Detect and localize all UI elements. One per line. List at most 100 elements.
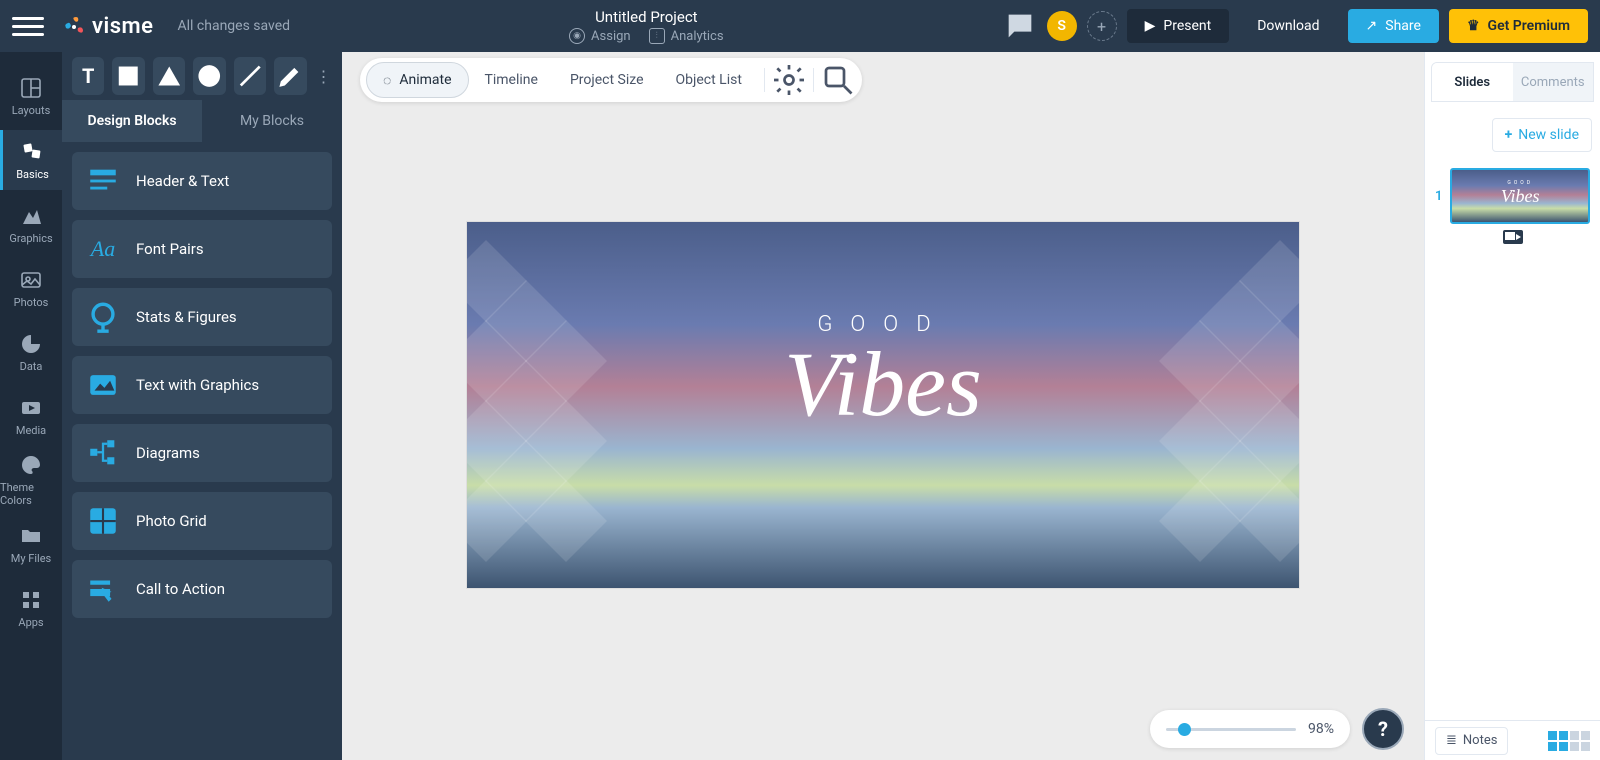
block-photo-grid[interactable]: Photo Grid (72, 492, 332, 550)
text-tool[interactable]: T (72, 57, 104, 95)
crown-icon: ♛ (1467, 18, 1480, 34)
share-button[interactable]: ↗ Share (1348, 9, 1439, 43)
rail-media[interactable]: Media (0, 386, 62, 446)
tab-design-blocks[interactable]: Design Blocks (62, 100, 202, 142)
layouts-icon (19, 76, 43, 100)
tab-comments[interactable]: Comments (1513, 63, 1594, 101)
zoom-slider[interactable] (1166, 728, 1296, 731)
folder-icon (19, 524, 43, 548)
menu-icon[interactable] (12, 10, 44, 42)
top-bar: visme All changes saved Untitled Project… (0, 0, 1600, 52)
tab-slides[interactable]: Slides (1432, 63, 1513, 101)
download-button[interactable]: Download (1239, 9, 1337, 43)
project-size-button[interactable]: Project Size (554, 62, 660, 98)
brand-logo[interactable]: visme (62, 14, 154, 39)
line-tool[interactable] (234, 57, 266, 95)
header-text-icon (86, 164, 120, 198)
canvas-toolbar: ◌Animate Timeline Project Size Object Li… (360, 58, 862, 102)
person-icon: ◉ (569, 28, 585, 44)
settings-icon[interactable] (771, 62, 807, 98)
block-font-pairs[interactable]: AaFont Pairs (72, 220, 332, 278)
share-icon: ↗ (1366, 18, 1378, 34)
slide-canvas[interactable]: GOOD Vibes (467, 222, 1299, 588)
circle-tool[interactable] (193, 57, 225, 95)
premium-label: Get Premium (1488, 18, 1570, 34)
blocks-list: Header & Text AaFont Pairs Stats & Figur… (62, 142, 342, 628)
left-rail: Layouts Basics Graphics Photos Data Medi… (0, 52, 62, 760)
comments-icon[interactable] (1003, 9, 1037, 43)
transition-badge-icon[interactable] (1503, 230, 1523, 244)
block-stats-figures[interactable]: Stats & Figures (72, 288, 332, 346)
block-call-to-action[interactable]: Call to Action (72, 560, 332, 618)
slide-thumbnail-1[interactable]: GOODVibes (1450, 168, 1590, 224)
help-button[interactable]: ? (1362, 708, 1404, 750)
object-list-button[interactable]: Object List (660, 62, 758, 98)
new-slide-button[interactable]: + New slide (1492, 118, 1592, 152)
right-panel: Slides Comments + New slide 1 GOODVibes … (1424, 52, 1600, 760)
logo-mark-icon (62, 14, 86, 38)
palette-icon (19, 453, 43, 477)
zoom-value: 98% (1308, 721, 1334, 737)
save-status: All changes saved (178, 18, 291, 34)
canvas-area: ◌Animate Timeline Project Size Object Li… (342, 52, 1424, 760)
zoom-thumb[interactable] (1178, 723, 1191, 736)
project-header: Untitled Project ◉ Assign ⫶ Analytics (290, 8, 1003, 44)
apps-icon (19, 588, 43, 612)
present-button[interactable]: ▶ Present (1127, 9, 1230, 43)
download-label: Download (1257, 18, 1319, 34)
project-title[interactable]: Untitled Project (595, 8, 698, 26)
list-view-toggle[interactable] (1570, 731, 1590, 751)
zoom-control[interactable]: 98% (1150, 710, 1350, 748)
photos-icon (19, 268, 43, 292)
animate-icon: ◌ (383, 72, 391, 89)
side-panel: T ⋮ Design Blocks My Blocks Header & Tex… (62, 52, 342, 760)
triangle-tool[interactable] (153, 57, 185, 95)
block-diagrams[interactable]: Diagrams (72, 424, 332, 482)
search-icon[interactable] (820, 62, 856, 98)
thumb-number: 1 (1435, 189, 1442, 204)
analytics-button[interactable]: ⫶ Analytics (649, 28, 724, 44)
basics-icon (21, 140, 45, 164)
slide-line2: Vibes (467, 331, 1299, 437)
rail-layouts[interactable]: Layouts (0, 66, 62, 126)
rail-my-files[interactable]: My Files (0, 514, 62, 574)
shape-tools-row: T ⋮ (62, 52, 342, 100)
font-pairs-icon: Aa (86, 232, 120, 266)
diagrams-icon (86, 436, 120, 470)
rail-apps[interactable]: Apps (0, 578, 62, 638)
add-collaborator-button[interactable]: + (1087, 11, 1117, 41)
graphics-icon (19, 204, 43, 228)
photo-grid-icon (86, 504, 120, 538)
data-icon (19, 332, 43, 356)
share-label: Share (1385, 18, 1421, 34)
rectangle-tool[interactable] (112, 57, 144, 95)
analytics-label: Analytics (671, 29, 724, 44)
right-panel-tabs: Slides Comments (1431, 62, 1594, 102)
stats-icon (86, 300, 120, 334)
notes-button[interactable]: ≣ Notes (1435, 727, 1508, 755)
block-text-graphics[interactable]: Text with Graphics (72, 356, 332, 414)
rail-photos[interactable]: Photos (0, 258, 62, 318)
analytics-icon: ⫶ (649, 28, 665, 44)
draw-tool[interactable] (274, 57, 306, 95)
user-avatar[interactable]: S (1047, 11, 1077, 41)
get-premium-button[interactable]: ♛ Get Premium (1449, 9, 1588, 43)
notes-icon: ≣ (1446, 733, 1457, 748)
rail-basics[interactable]: Basics (0, 130, 62, 190)
rail-graphics[interactable]: Graphics (0, 194, 62, 254)
rail-theme-colors[interactable]: Theme Colors (0, 450, 62, 510)
media-icon (19, 396, 43, 420)
tab-my-blocks[interactable]: My Blocks (202, 100, 342, 142)
plus-icon: + (1505, 127, 1513, 143)
rail-data[interactable]: Data (0, 322, 62, 382)
assign-label: Assign (591, 29, 631, 44)
timeline-button[interactable]: Timeline (469, 62, 554, 98)
text-graphics-icon (86, 368, 120, 402)
assign-button[interactable]: ◉ Assign (569, 28, 631, 44)
cta-icon (86, 572, 120, 606)
grid-view-toggle[interactable] (1548, 731, 1568, 751)
block-header-text[interactable]: Header & Text (72, 152, 332, 210)
animate-button[interactable]: ◌Animate (366, 62, 469, 98)
more-tools-icon[interactable]: ⋮ (315, 57, 332, 95)
slide-text[interactable]: GOOD Vibes (467, 312, 1299, 437)
